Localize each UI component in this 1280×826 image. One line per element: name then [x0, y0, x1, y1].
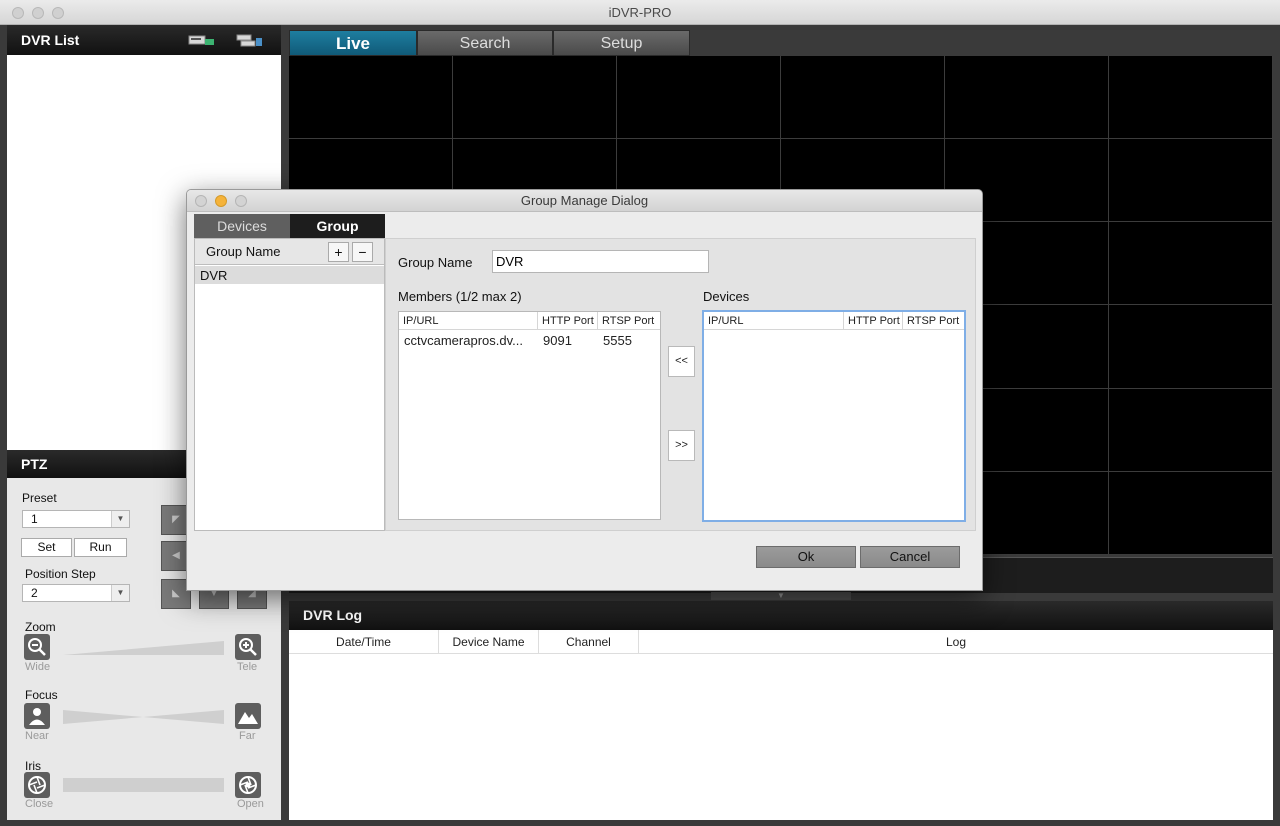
close-window-button[interactable]	[12, 7, 24, 19]
focus-slider[interactable]	[63, 710, 224, 724]
column-header-http-port[interactable]: HTTP Port	[538, 312, 598, 330]
video-cell[interactable]	[453, 56, 617, 140]
iris-open-icon[interactable]	[235, 772, 261, 798]
position-step-label: Position Step	[25, 567, 96, 581]
dialog-tab-group[interactable]: Group	[290, 214, 385, 238]
column-header-channel[interactable]: Channel	[539, 630, 639, 653]
dialog-close-button[interactable]	[195, 195, 207, 207]
column-header-datetime[interactable]: Date/Time	[289, 630, 439, 653]
members-label: Members (1/2 max 2)	[398, 289, 522, 304]
tab-search[interactable]: Search	[417, 30, 553, 56]
video-cell[interactable]	[1109, 471, 1273, 555]
list-item[interactable]: DVR	[195, 266, 384, 284]
column-header-rtsp-port[interactable]: RTSP Port	[903, 312, 964, 330]
cancel-button[interactable]: Cancel	[860, 546, 960, 568]
zoom-slider[interactable]	[63, 641, 224, 655]
iris-close-icon[interactable]	[24, 772, 50, 798]
ptz-title: PTZ	[21, 456, 48, 472]
column-header-ip[interactable]: IP/URL	[399, 312, 538, 330]
video-cell[interactable]	[781, 56, 945, 140]
member-http-port: 9091	[543, 333, 572, 348]
window-title: iDVR-PRO	[608, 5, 672, 20]
column-header-ip[interactable]: IP/URL	[704, 312, 844, 330]
preset-select[interactable]: 1 ▼	[22, 510, 130, 528]
focus-label: Focus	[25, 688, 58, 702]
zoom-window-button[interactable]	[52, 7, 64, 19]
preset-value: 1	[31, 512, 38, 526]
iris-open-label: Open	[237, 798, 264, 810]
table-row[interactable]: cctvcamerapros.dv... 9091 5555	[399, 331, 660, 351]
focus-far-icon[interactable]	[235, 703, 261, 729]
preset-set-button[interactable]: Set	[21, 538, 72, 557]
column-header-device-name[interactable]: Device Name	[439, 630, 539, 653]
column-header-http-port[interactable]: HTTP Port	[844, 312, 903, 330]
video-cell[interactable]	[1109, 305, 1273, 389]
group-manage-dialog: Group Manage Dialog Devices Group Group …	[186, 189, 983, 591]
chevron-down-icon: ▼	[111, 511, 129, 527]
dialog-zoom-button[interactable]	[235, 195, 247, 207]
dvr-list-title: DVR List	[21, 32, 80, 48]
preset-label: Preset	[22, 491, 57, 505]
ok-button[interactable]: Ok	[756, 546, 856, 568]
dvr-log-table[interactable]: Date/Time Device Name Channel Log	[289, 630, 1273, 820]
position-step-value: 2	[31, 586, 38, 600]
dialog-minimize-button[interactable]	[215, 195, 227, 207]
move-to-members-button[interactable]: <<	[668, 346, 695, 377]
dvr-log-title: DVR Log	[303, 607, 363, 623]
devices-list[interactable]: IP/URL HTTP Port RTSP Port	[702, 310, 966, 522]
remove-group-button[interactable]: −	[352, 242, 373, 262]
video-cell[interactable]	[617, 56, 781, 140]
position-step-select[interactable]: 2 ▼	[22, 584, 130, 602]
video-cell[interactable]	[1109, 56, 1273, 140]
group-list[interactable]: Group Name + − DVR	[194, 238, 385, 531]
video-cell[interactable]	[1109, 222, 1273, 306]
tab-setup[interactable]: Setup	[553, 30, 690, 56]
minimize-window-button[interactable]	[32, 7, 44, 19]
group-dvr-icon[interactable]	[236, 34, 264, 48]
dialog-tab-devices[interactable]: Devices	[194, 214, 290, 238]
zoom-wide-label: Wide	[25, 661, 51, 673]
tab-live[interactable]: Live	[289, 30, 417, 56]
group-detail-panel: Group Name Members (1/2 max 2) Devices I…	[385, 238, 976, 531]
members-list[interactable]: IP/URL HTTP Port RTSP Port cctvcamerapro…	[398, 311, 661, 520]
zoom-tele-label: Tele	[237, 661, 258, 673]
devices-list-header: IP/URL HTTP Port RTSP Port	[704, 312, 964, 330]
video-cell[interactable]	[1109, 388, 1273, 472]
preset-run-button[interactable]: Run	[74, 538, 127, 557]
video-cell[interactable]	[945, 56, 1109, 140]
add-dvr-icon[interactable]	[188, 34, 216, 48]
focus-near-label: Near	[25, 730, 49, 742]
window-titlebar: iDVR-PRO	[0, 0, 1280, 25]
focus-near-icon[interactable]	[24, 703, 50, 729]
group-name-label: Group Name	[398, 255, 473, 270]
group-name-field[interactable]	[492, 250, 709, 273]
video-cell[interactable]	[1109, 139, 1273, 223]
group-list-header: Group Name + −	[195, 239, 384, 265]
group-name-column: Group Name	[206, 244, 281, 259]
member-ip: cctvcamerapros.dv...	[404, 333, 523, 348]
zoom-out-icon[interactable]	[24, 634, 50, 660]
focus-far-label: Far	[239, 730, 256, 742]
group-item-label: DVR	[200, 268, 228, 283]
column-header-log[interactable]: Log	[639, 630, 1273, 653]
move-to-devices-button[interactable]: >>	[668, 430, 695, 461]
iris-label: Iris	[25, 759, 41, 773]
zoom-label: Zoom	[25, 620, 56, 634]
add-group-button[interactable]: +	[328, 242, 349, 262]
member-rtsp-port: 5555	[603, 333, 632, 348]
members-list-header: IP/URL HTTP Port RTSP Port	[399, 312, 660, 330]
dialog-title: Group Manage Dialog	[520, 193, 649, 208]
devices-label: Devices	[703, 289, 750, 304]
chevron-down-icon: ▼	[111, 585, 129, 601]
dvr-log-columns: Date/Time Device Name Channel Log	[289, 630, 1273, 654]
iris-slider[interactable]	[63, 778, 224, 792]
column-header-rtsp-port[interactable]: RTSP Port	[598, 312, 661, 330]
splitter-handle[interactable]: ▼	[711, 592, 851, 600]
dialog-titlebar: Group Manage Dialog	[187, 190, 982, 212]
iris-close-label: Close	[25, 798, 54, 810]
zoom-in-icon[interactable]	[235, 634, 261, 660]
dvr-log-header: DVR Log	[289, 601, 1273, 630]
video-cell[interactable]	[289, 56, 453, 140]
